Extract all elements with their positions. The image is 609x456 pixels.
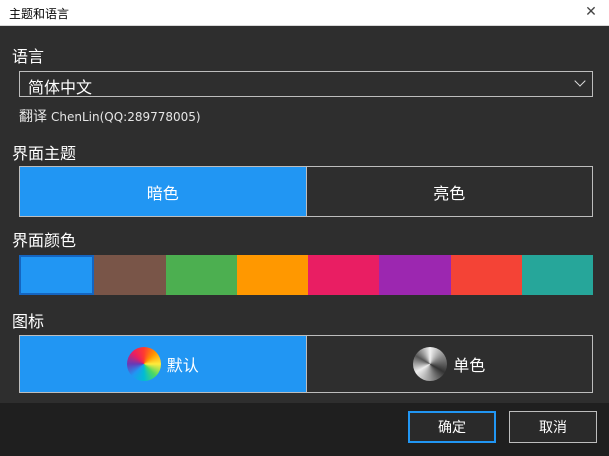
close-icon[interactable]: ✕	[583, 4, 599, 20]
theme-segmented-control: 暗色 亮色	[19, 166, 593, 217]
chevron-down-icon	[574, 75, 586, 87]
icon-option-mono-label: 单色	[453, 356, 486, 375]
color-swatch-pink[interactable]	[308, 255, 380, 295]
color-wheel-icon	[126, 347, 161, 381]
color-swatch-orange[interactable]	[236, 255, 308, 295]
icon-option-default[interactable]: 默认	[20, 336, 306, 392]
mono-wheel-icon	[413, 347, 448, 381]
icon-label: 图标	[12, 312, 45, 331]
color-swatch-teal[interactable]	[521, 255, 593, 295]
language-select[interactable]: 简体中文	[19, 71, 593, 97]
language-label: 语言	[12, 47, 45, 66]
theme-option-light[interactable]: 亮色	[305, 167, 593, 216]
icon-option-default-label: 默认	[166, 356, 199, 375]
ok-button-label: 确定	[438, 420, 466, 436]
theme-option-dark-label: 暗色	[146, 183, 179, 203]
settings-panel: 语言 简体中文 翻译 ChenLin(QQ:289778005) 界面主题 暗色 …	[0, 26, 609, 403]
color-swatch-red[interactable]	[450, 255, 522, 295]
color-swatch-brown[interactable]	[94, 255, 166, 295]
icon-segmented-control: 默认 单色	[19, 335, 593, 393]
theme-option-dark[interactable]: 暗色	[20, 167, 306, 216]
icon-option-mono[interactable]: 单色	[305, 336, 593, 392]
translator-name: ChenLin(QQ:289778005)	[51, 110, 201, 124]
cancel-button[interactable]: 取消	[509, 411, 597, 443]
color-swatch-purple[interactable]	[379, 255, 451, 295]
cancel-button-label: 取消	[539, 420, 567, 436]
translator-prefix: 翻译	[19, 109, 47, 125]
language-selected-value: 简体中文	[28, 78, 93, 97]
dialog-footer: 确定 取消	[0, 403, 609, 456]
color-label: 界面颜色	[12, 231, 77, 250]
translator-info: 翻译 ChenLin(QQ:289778005)	[19, 106, 201, 126]
theme-label: 界面主题	[12, 144, 77, 163]
window-title: 主题和语言	[9, 7, 70, 21]
ok-button[interactable]: 确定	[408, 411, 496, 443]
title-bar: 主题和语言 ✕	[0, 0, 609, 26]
color-swatch-green[interactable]	[165, 255, 237, 295]
color-swatch-blue[interactable]	[19, 255, 95, 295]
theme-option-light-label: 亮色	[433, 183, 466, 203]
color-swatches	[19, 255, 593, 295]
